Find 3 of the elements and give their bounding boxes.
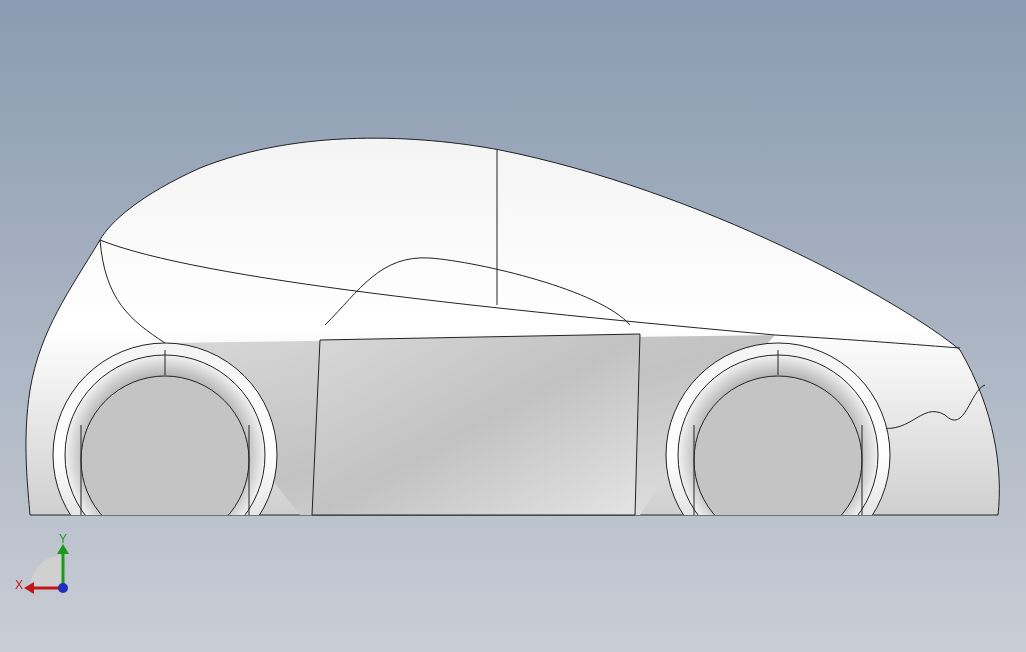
- axis-label: X: [15, 578, 23, 592]
- axis-label: Y: [59, 532, 67, 546]
- axis-triad-drawing: [24, 544, 69, 594]
